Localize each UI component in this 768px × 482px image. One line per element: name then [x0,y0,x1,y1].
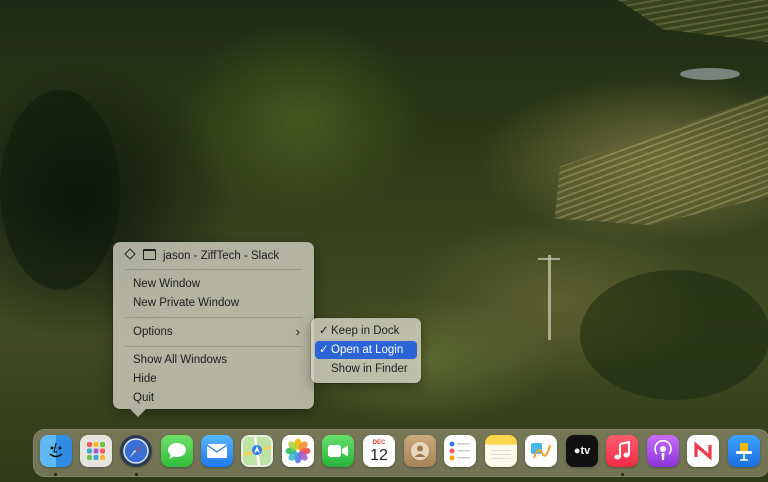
calendar-day: 12 [370,446,388,464]
mail-icon[interactable] [201,435,233,467]
finder-running-indicator [54,473,57,476]
tv-icon[interactable]: ● tv [566,435,598,467]
facetime-icon[interactable] [322,435,354,467]
options-submenu: ✓ Keep in Dock ✓ Open at Login Show in F… [311,318,421,383]
wallpaper-vineyard [554,95,768,225]
freeform-icon[interactable] [525,435,557,467]
menu-item-label: Hide [133,373,157,385]
wallpaper-utility-pole-bar [538,258,560,260]
menu-item-new-private-window[interactable]: New Private Window [117,294,310,312]
dock-context-menu: jason - ZiffTech - Slack New Window New … [113,242,314,417]
diamond-icon [124,248,136,260]
music-running-indicator [621,473,624,476]
photos-icon[interactable] [282,435,314,467]
menu-item-options[interactable]: Options › [117,323,310,341]
menu-item-window-slack[interactable]: jason - ZiffTech - Slack [117,247,310,265]
menu-item-quit[interactable]: Quit [117,389,310,407]
reminders-icon[interactable] [444,435,476,467]
submenu-item-label: Open at Login [331,344,404,356]
submenu-item-open-at-login[interactable]: ✓ Open at Login [315,341,417,359]
menu-separator [125,346,302,347]
contacts-icon[interactable] [404,435,436,467]
messages-icon[interactable] [161,435,193,467]
menu-item-label: Options [133,326,173,338]
tv-label: tv [580,445,591,457]
submenu-item-show-in-finder[interactable]: Show in Finder [315,360,417,378]
checkmark-icon: ✓ [319,325,329,337]
notes-icon[interactable] [485,435,517,467]
menu-separator [125,269,302,270]
finder-icon[interactable] [40,435,72,467]
safari-running-indicator [135,473,138,476]
wallpaper-vineyard-top [618,0,768,42]
menu-item-show-all-windows[interactable]: Show All Windows [117,351,310,369]
calendar-month: DEC [372,439,386,446]
maps-icon[interactable] [241,435,273,467]
launchpad-icon[interactable] [80,435,112,467]
wallpaper-pond [680,68,740,80]
podcasts-icon[interactable] [647,435,679,467]
wallpaper-trees [0,90,120,290]
menu-item-hide[interactable]: Hide [117,370,310,388]
menu-item-label: Show All Windows [133,354,227,366]
news-icon[interactable] [687,435,719,467]
menu-item-label: jason - ZiffTech - Slack [163,250,280,262]
menu-item-label: New Private Window [133,297,240,309]
wallpaper-utility-pole [548,255,551,340]
wallpaper-trees [580,270,768,400]
window-icon [143,249,156,260]
chevron-right-icon: › [295,324,300,339]
submenu-item-label: Show in Finder [331,363,408,375]
submenu-item-label: Keep in Dock [331,325,400,337]
menu-separator [125,317,302,318]
safari-icon[interactable] [120,435,152,467]
calendar-icon[interactable]: DEC 12 [363,435,395,467]
checkmark-icon: ✓ [319,344,329,356]
tv-apple-glyph: ● [573,445,581,457]
submenu-item-keep-in-dock[interactable]: ✓ Keep in Dock [315,322,417,340]
keynote-icon[interactable] [728,435,760,467]
menu-item-label: Quit [133,392,155,404]
menu-item-new-window[interactable]: New Window [117,275,310,293]
menu-item-label: New Window [133,278,201,290]
desktop-wallpaper [0,0,768,482]
music-icon[interactable] [606,435,638,467]
